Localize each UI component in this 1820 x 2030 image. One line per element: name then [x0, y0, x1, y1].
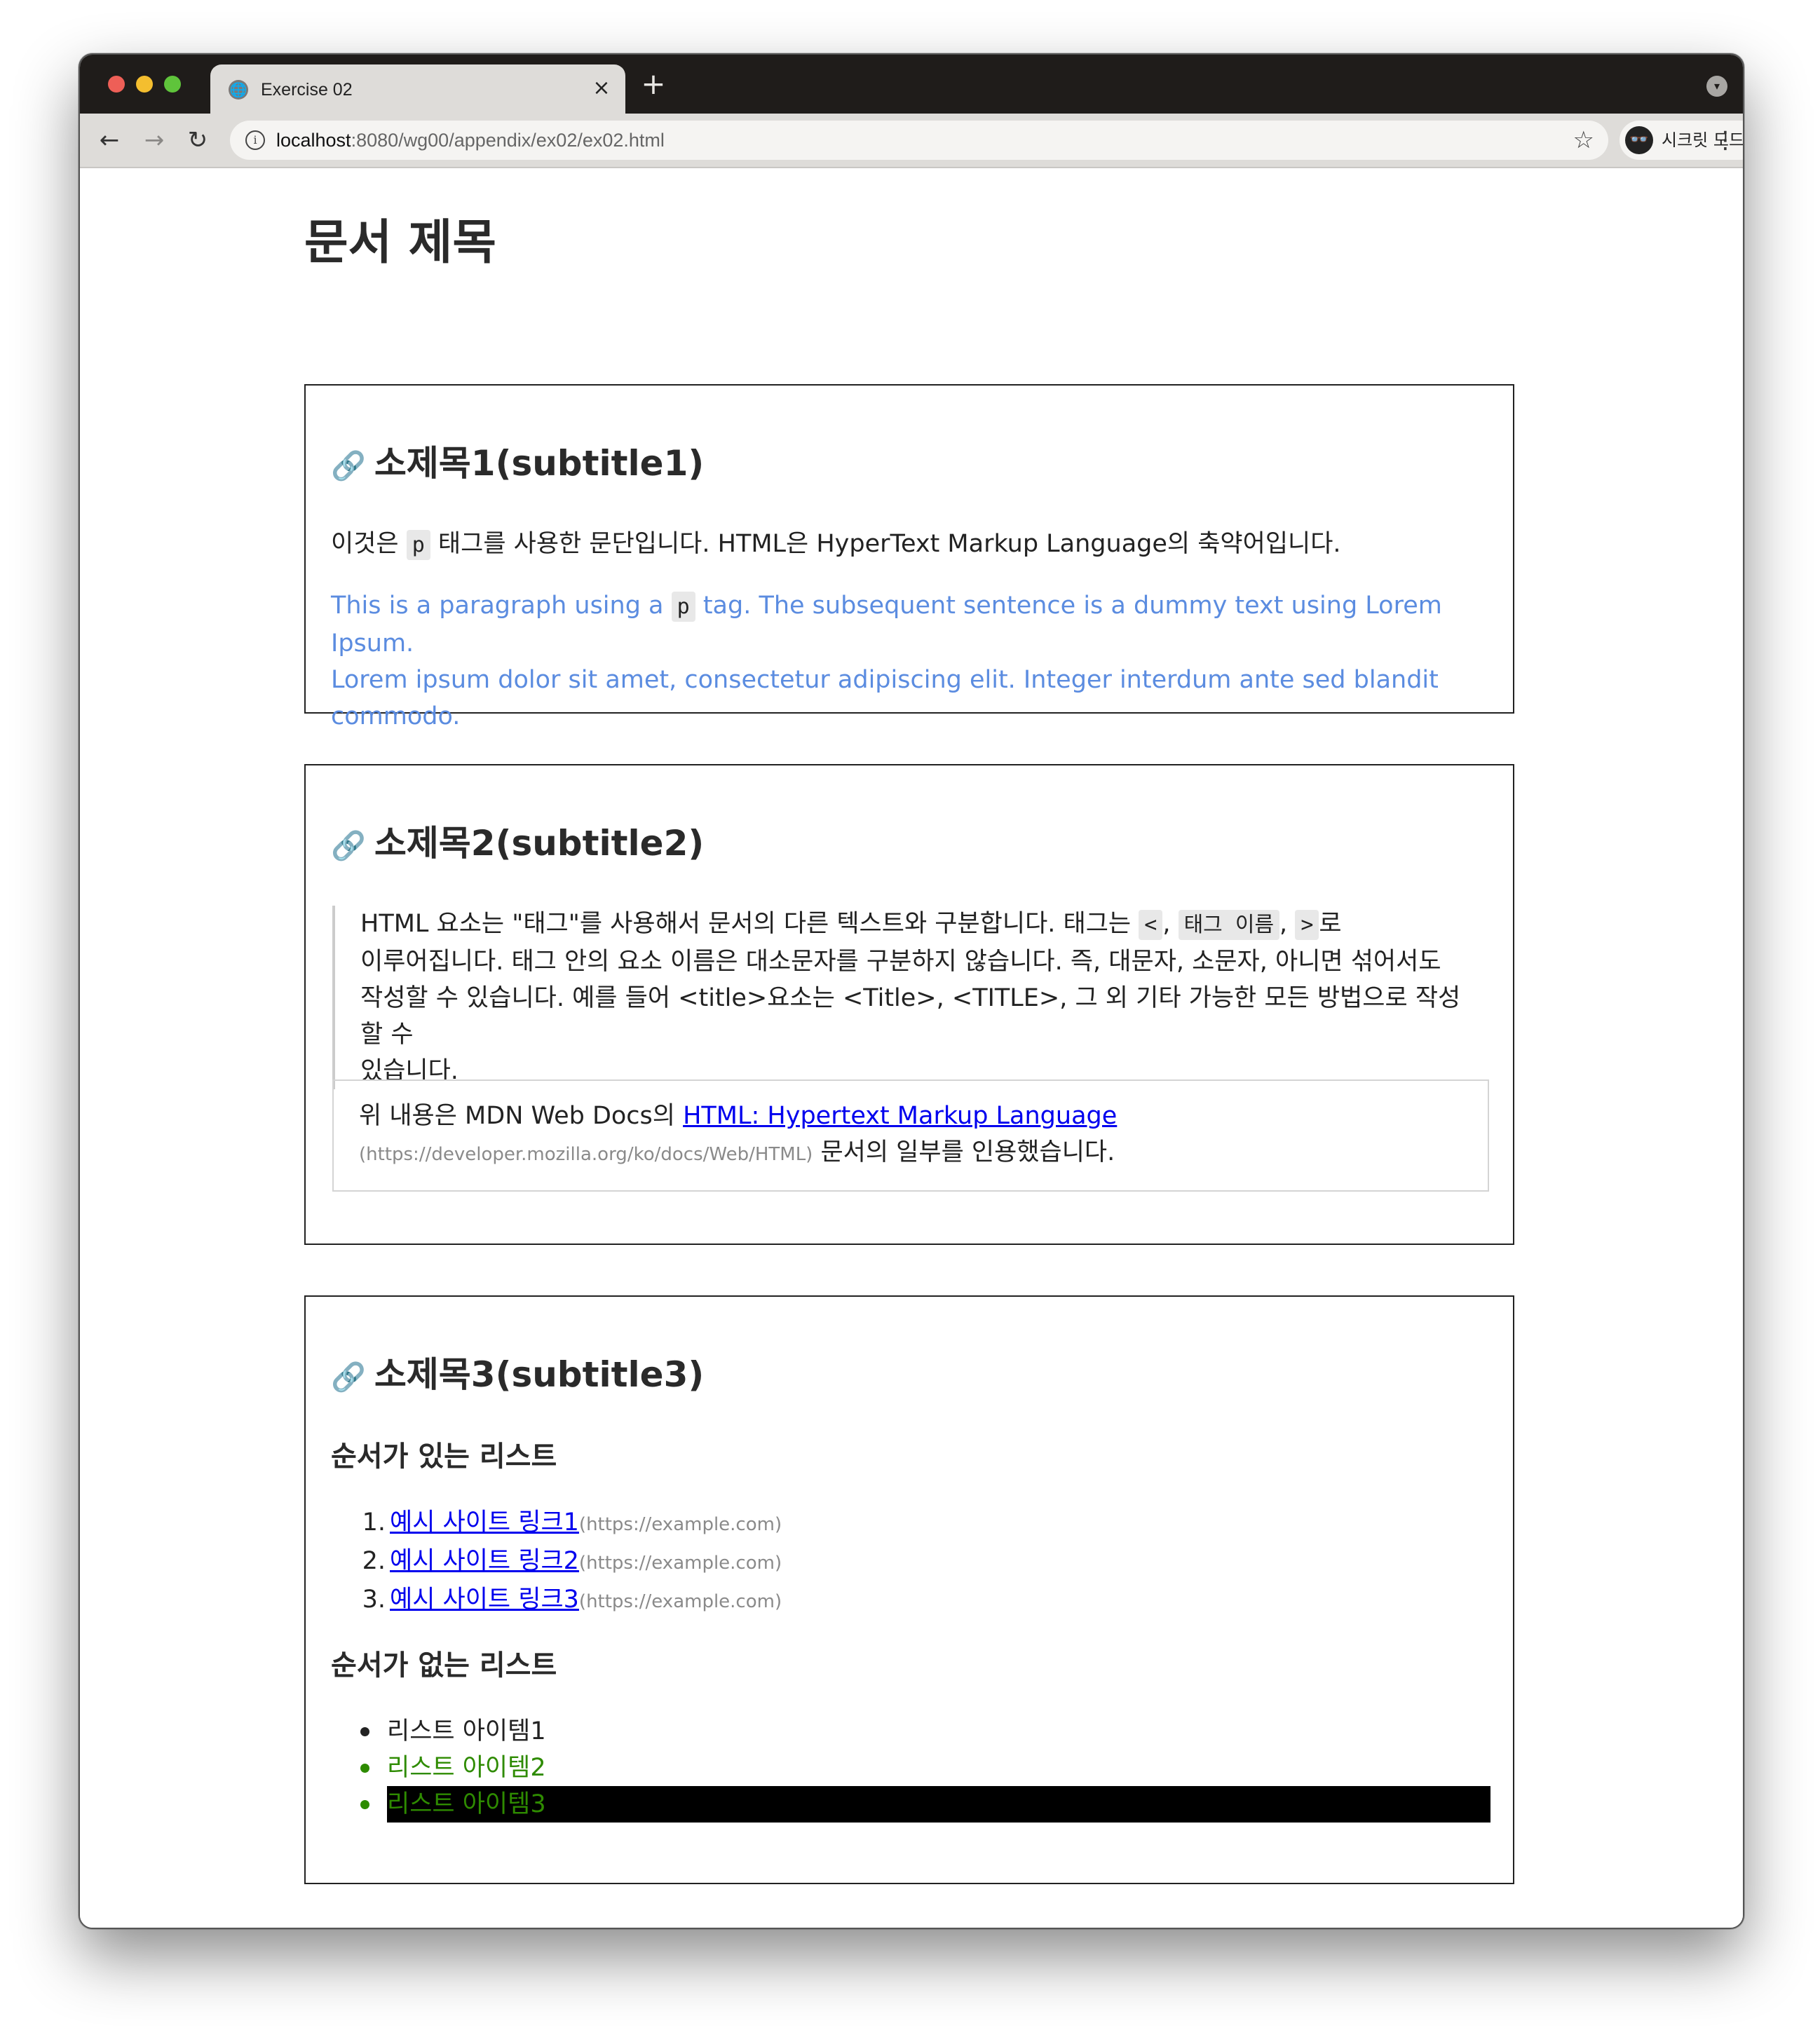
- link-icon: 🔗: [331, 830, 366, 862]
- new-tab-button[interactable]: +: [638, 69, 669, 100]
- p2-before: This is a paragraph using a: [331, 592, 672, 620]
- citation-box: 위 내용은 MDN Web Docs의 HTML: Hypertext Mark…: [332, 1079, 1489, 1192]
- zoom-window-button[interactable]: [164, 76, 181, 93]
- link-url: (https://example.com): [578, 1591, 782, 1612]
- quote-line3: 작성할 수 있습니다. 예를 들어 <title>요소는 <Title>, <T…: [360, 984, 1461, 1049]
- list-item: 2. 예시 사이트 링크2(https://example.com): [331, 1543, 1490, 1581]
- page-title: 문서 제목: [304, 215, 496, 271]
- back-icon[interactable]: ←: [94, 125, 125, 156]
- paragraph-korean: 이것은 p 태그를 사용한 문단입니다. HTML은 HyperText Mar…: [331, 526, 1341, 564]
- section-2: 🔗 소제목2(subtitle2) HTML 요소는 "태그"를 사용해서 문서의…: [304, 764, 1514, 1245]
- p1-before: 이것은: [331, 530, 407, 558]
- section-3-heading: 🔗 소제목3(subtitle3): [331, 1351, 704, 1401]
- list-item-text-highlighted: 리스트 아이템3: [387, 1786, 1490, 1823]
- tab-search-icon[interactable]: ▾: [1706, 76, 1727, 97]
- unordered-list-heading: 순서가 없는 리스트: [331, 1649, 557, 1682]
- example-link-2[interactable]: 예시 사이트 링크2: [390, 1547, 579, 1575]
- reload-icon[interactable]: ↻: [182, 125, 213, 156]
- section-1-heading-text: 소제목1(subtitle1): [374, 443, 705, 484]
- browser-menu-icon[interactable]: ⋮: [1713, 125, 1737, 156]
- code-gt: >: [1295, 910, 1319, 940]
- bullet: [360, 1764, 369, 1773]
- link-url: (https://example.com): [578, 1553, 782, 1574]
- ordered-list: 1. 예시 사이트 링크1(https://example.com) 2. 예시 사…: [331, 1504, 1490, 1620]
- url-text[interactable]: localhost:8080/wg00/appendix/ex02/ex02.h…: [276, 128, 665, 153]
- forward-icon[interactable]: →: [139, 125, 170, 156]
- tab-title: Exercise 02: [261, 80, 353, 100]
- tab-strip: 🌐 Exercise 02 × + ▾: [80, 55, 1743, 115]
- example-link-1[interactable]: 예시 사이트 링크1: [390, 1508, 579, 1537]
- unordered-list: 리스트 아이템1 리스트 아이템2 리스트 아이템3: [331, 1713, 1490, 1823]
- cite-after: 문서의 일부를 인용했습니다.: [813, 1138, 1115, 1166]
- quote-line1-before: HTML 요소는 "태그"를 사용해서 문서의 다른 텍스트와 구분합니다. 태…: [360, 910, 1139, 938]
- list-item: 리스트 아이템1: [331, 1713, 1490, 1750]
- list-item: 3. 예시 사이트 링크3(https://example.com): [331, 1581, 1490, 1620]
- section-2-heading: 🔗 소제목2(subtitle2): [331, 820, 704, 869]
- minimize-window-button[interactable]: [136, 76, 153, 93]
- url-path: :8080/wg00/appendix/ex02/ex02.html: [351, 130, 665, 151]
- section-1-heading: 🔗 소제목1(subtitle1): [331, 440, 704, 489]
- list-number: 3.: [362, 1586, 386, 1614]
- browser-window: 🌐 Exercise 02 × + ▾ ← → ↻ i localhost:80…: [79, 53, 1744, 1929]
- section-3: 🔗 소제목3(subtitle3) 순서가 있는 리스트 1. 예시 사이트 링크1…: [304, 1295, 1514, 1884]
- quote-sep-2: ,: [1279, 910, 1296, 938]
- close-window-button[interactable]: [108, 76, 125, 93]
- code-tag-name: 태그 이름: [1178, 910, 1280, 940]
- section-3-heading-text: 소제목3(subtitle3): [374, 1354, 705, 1395]
- bullet: [360, 1727, 369, 1736]
- browser-toolbar: ← → ↻ i localhost:8080/wg00/appendix/ex0…: [80, 114, 1743, 168]
- p2-line2: Lorem ipsum dolor sit amet, consectetur …: [331, 666, 1439, 730]
- address-bar[interactable]: i localhost:8080/wg00/appendix/ex02/ex02…: [230, 121, 1608, 160]
- list-item: 1. 예시 사이트 링크1(https://example.com): [331, 1504, 1490, 1543]
- cite-before: 위 내용은 MDN Web Docs의: [359, 1102, 684, 1130]
- list-item: 리스트 아이템2: [331, 1750, 1490, 1786]
- code-lt: <: [1139, 910, 1163, 940]
- quote-sep-1: ,: [1162, 910, 1179, 938]
- incognito-icon: 👓: [1625, 126, 1653, 154]
- list-number: 2.: [362, 1547, 386, 1575]
- paragraph-english: This is a paragraph using a p tag. The s…: [331, 587, 1513, 735]
- cite-url: (https://developer.mozilla.org/ko/docs/W…: [359, 1144, 813, 1165]
- page-viewport: 문서 제목 🔗 소제목1(subtitle1) 이것은 p 태그를 사용한 문단입…: [80, 168, 1743, 1928]
- code-p: p: [671, 592, 695, 622]
- code-p: p: [406, 530, 430, 560]
- bookmark-star-icon[interactable]: ☆: [1573, 126, 1594, 154]
- p1-after: 태그를 사용한 문단입니다. HTML은 HyperText Markup La…: [430, 530, 1341, 558]
- link-icon: 🔗: [331, 450, 366, 482]
- list-item: 리스트 아이템3: [331, 1786, 1490, 1823]
- section-2-heading-text: 소제목2(subtitle2): [374, 823, 705, 864]
- tab-exercise-02[interactable]: 🌐 Exercise 02 ×: [210, 64, 625, 115]
- blockquote: HTML 요소는 "태그"를 사용해서 문서의 다른 텍스트와 구분합니다. 태…: [332, 906, 1482, 1089]
- site-info-icon[interactable]: i: [245, 130, 265, 150]
- tab-close-icon[interactable]: ×: [589, 76, 614, 101]
- example-link-3[interactable]: 예시 사이트 링크3: [390, 1586, 579, 1614]
- quote-line2: 이루어집니다. 태그 안의 요소 이름은 대소문자를 구분하지 않습니다. 즉,…: [360, 948, 1441, 976]
- url-host: localhost: [276, 130, 351, 151]
- list-number: 1.: [362, 1508, 386, 1537]
- link-url: (https://example.com): [578, 1514, 782, 1535]
- section-1: 🔗 소제목1(subtitle1) 이것은 p 태그를 사용한 문단입니다. HT…: [304, 384, 1514, 730]
- mdn-link[interactable]: HTML: Hypertext Markup Language: [683, 1102, 1117, 1130]
- ordered-list-heading: 순서가 있는 리스트: [331, 1440, 557, 1473]
- globe-icon: 🌐: [229, 80, 248, 100]
- quote-line1-after: 로: [1319, 910, 1342, 938]
- bullet: [360, 1800, 369, 1809]
- list-item-text: 리스트 아이템2: [387, 1754, 546, 1782]
- list-item-text: 리스트 아이템1: [387, 1717, 546, 1745]
- link-icon: 🔗: [331, 1361, 366, 1394]
